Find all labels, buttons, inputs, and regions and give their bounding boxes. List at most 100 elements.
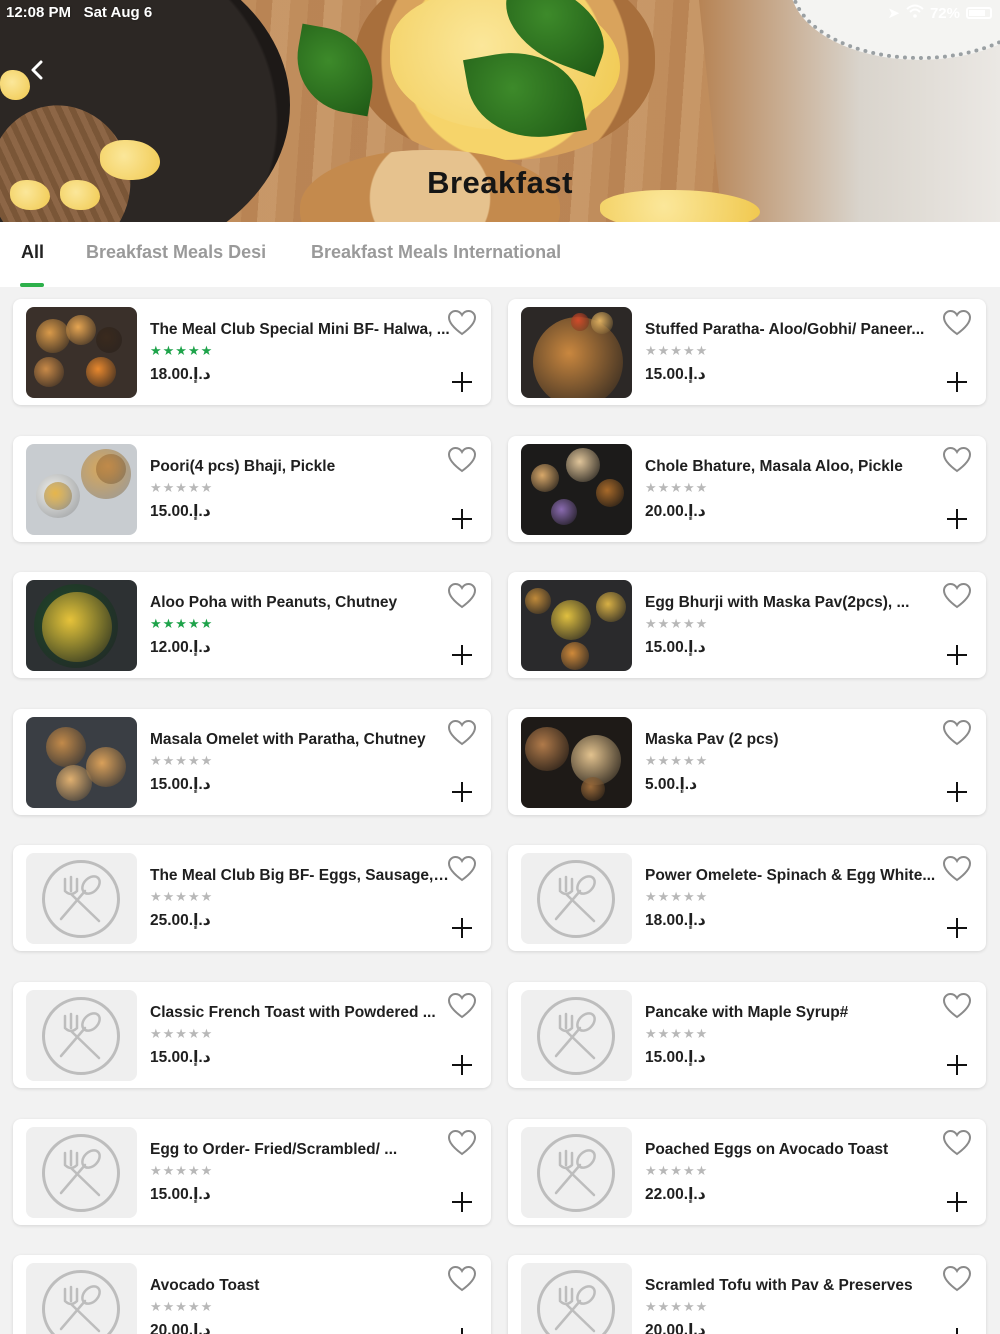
- fork-spoon-icon: [537, 997, 615, 1075]
- item-title: Maska Pav (2 pcs): [645, 730, 779, 748]
- favorite-heart-icon[interactable]: [942, 855, 972, 883]
- favorite-heart-icon[interactable]: [447, 309, 477, 337]
- battery-icon: [966, 7, 992, 19]
- add-to-cart-button[interactable]: [946, 1327, 968, 1334]
- favorite-heart-icon[interactable]: [447, 446, 477, 474]
- menu-item-card[interactable]: Egg Bhurji with Maska Pav(2pcs), ... ★★★★…: [508, 572, 986, 679]
- item-price: 15.00.د.إ: [645, 1049, 706, 1066]
- add-to-cart-button[interactable]: [946, 917, 968, 939]
- item-title: Aloo Poha with Peanuts, Chutney: [150, 594, 398, 612]
- rating-stars: ★★★★★: [645, 1162, 709, 1178]
- food-photo: [521, 716, 632, 808]
- item-price: 18.00.د.إ: [150, 366, 211, 383]
- rating-stars: ★★★★★: [645, 479, 709, 495]
- add-to-cart-button[interactable]: [451, 508, 473, 530]
- menu-item-card[interactable]: Power Omelete- Spinach & Egg White... ★★★…: [508, 845, 986, 952]
- add-to-cart-button[interactable]: [451, 781, 473, 803]
- favorite-heart-icon[interactable]: [447, 719, 477, 747]
- location-icon: ➤: [887, 5, 900, 22]
- favorite-heart-icon[interactable]: [942, 582, 972, 610]
- menu-item-card[interactable]: Masala Omelet with Paratha, Chutney ★★★★★…: [13, 708, 491, 815]
- status-bar: 12:08 PM Sat Aug 6 ➤ 72%: [0, 0, 1000, 28]
- item-price: 20.00.د.إ: [150, 1322, 211, 1334]
- page-title: Breakfast: [427, 165, 573, 200]
- add-to-cart-button[interactable]: [451, 917, 473, 939]
- menu-item-card[interactable]: Egg to Order- Fried/Scrambled/ ... ★★★★★ 1…: [13, 1118, 491, 1225]
- item-price: 20.00.د.إ: [645, 1322, 706, 1334]
- add-to-cart-button[interactable]: [451, 1327, 473, 1334]
- tab-all[interactable]: All: [21, 242, 44, 263]
- fork-spoon-icon: [537, 1270, 615, 1334]
- fork-spoon-icon: [42, 1270, 120, 1334]
- menu-item-card[interactable]: Pancake with Maple Syrup# ★★★★★ 15.00.د.إ: [508, 982, 986, 1088]
- favorite-heart-icon[interactable]: [942, 719, 972, 747]
- menu-item-card[interactable]: Avocado Toast ★★★★★ 20.00.د.إ: [13, 1255, 491, 1334]
- rating-stars: ★★★★★: [645, 616, 709, 632]
- menu-item-card[interactable]: Classic French Toast with Powdered ... ★★…: [13, 982, 491, 1088]
- item-title: Scramled Tofu with Pav & Preserves: [645, 1277, 913, 1295]
- fork-spoon-icon: [537, 860, 615, 938]
- back-button[interactable]: [22, 56, 52, 86]
- rating-stars: ★★★★★: [645, 889, 709, 905]
- add-to-cart-button[interactable]: [946, 1054, 968, 1076]
- favorite-heart-icon[interactable]: [447, 992, 477, 1020]
- add-to-cart-button[interactable]: [946, 371, 968, 393]
- item-title: Egg to Order- Fried/Scrambled/ ...: [150, 1140, 398, 1158]
- favorite-heart-icon[interactable]: [942, 1129, 972, 1157]
- tab-breakfast-meals-international[interactable]: Breakfast Meals International: [311, 242, 561, 263]
- rating-stars: ★★★★★: [150, 752, 214, 768]
- add-to-cart-button[interactable]: [946, 644, 968, 666]
- food-photo: [26, 443, 137, 535]
- add-to-cart-button[interactable]: [946, 508, 968, 530]
- rating-stars: ★★★★★: [150, 1026, 214, 1041]
- favorite-heart-icon[interactable]: [447, 582, 477, 610]
- item-title: The Meal Club Big BF- Eggs, Sausage, ...: [150, 867, 450, 885]
- add-to-cart-button[interactable]: [451, 1054, 473, 1076]
- menu-item-card[interactable]: Poori(4 pcs) Bhaji, Pickle ★★★★★ 15.00.د.إ: [13, 435, 491, 542]
- menu-item-card[interactable]: The Meal Club Big BF- Eggs, Sausage, ...…: [13, 845, 491, 952]
- rating-stars: ★★★★★: [150, 343, 214, 358]
- food-photo: [521, 307, 632, 398]
- item-price: 12.00.د.إ: [150, 639, 211, 657]
- food-photo: [26, 580, 137, 672]
- item-price: 18.00.د.إ: [645, 912, 706, 930]
- fork-spoon-icon: [537, 1134, 615, 1212]
- add-to-cart-button[interactable]: [451, 1191, 473, 1213]
- favorite-heart-icon[interactable]: [447, 1265, 477, 1293]
- add-to-cart-button[interactable]: [451, 371, 473, 393]
- menu-item-card[interactable]: Stuffed Paratha- Aloo/Gobhi/ Paneer... ★★…: [508, 299, 986, 405]
- food-photo: [26, 716, 137, 808]
- status-indicators: ➤ 72%: [887, 4, 992, 22]
- item-title: Poached Eggs on Avocado Toast: [645, 1140, 889, 1158]
- menu-item-card[interactable]: Chole Bhature, Masala Aloo, Pickle ★★★★★ 2…: [508, 435, 986, 542]
- food-photo: [521, 443, 632, 535]
- rating-stars: ★★★★★: [150, 1299, 214, 1315]
- menu-item-card[interactable]: The Meal Club Special Mini BF- Halwa, ..…: [13, 299, 491, 405]
- item-price: 15.00.د.إ: [645, 366, 706, 383]
- rating-stars: ★★★★★: [645, 343, 709, 358]
- favorite-heart-icon[interactable]: [447, 1129, 477, 1157]
- placeholder-image: [521, 1126, 632, 1218]
- favorite-heart-icon[interactable]: [942, 309, 972, 337]
- menu-item-card[interactable]: Maska Pav (2 pcs) ★★★★★ 5.00.د.إ: [508, 708, 986, 815]
- rating-stars: ★★★★★: [150, 889, 214, 905]
- menu-item-card[interactable]: Poached Eggs on Avocado Toast ★★★★★ 22.00.…: [508, 1118, 986, 1225]
- chevron-left-icon: [31, 60, 43, 80]
- placeholder-image: [521, 853, 632, 945]
- item-title: The Meal Club Special Mini BF- Halwa, ..…: [150, 321, 450, 338]
- add-to-cart-button[interactable]: [946, 1191, 968, 1213]
- tab-breakfast-meals-desi[interactable]: Breakfast Meals Desi: [86, 242, 266, 263]
- favorite-heart-icon[interactable]: [447, 855, 477, 883]
- favorite-heart-icon[interactable]: [942, 992, 972, 1020]
- menu-item-card[interactable]: Scramled Tofu with Pav & Preserves ★★★★★ 2…: [508, 1255, 986, 1334]
- add-to-cart-button[interactable]: [451, 644, 473, 666]
- add-to-cart-button[interactable]: [946, 781, 968, 803]
- rating-stars: ★★★★★: [150, 616, 214, 632]
- item-price: 15.00.د.إ: [150, 1049, 211, 1066]
- item-price: 15.00.د.إ: [150, 502, 211, 520]
- menu-item-card[interactable]: Aloo Poha with Peanuts, Chutney ★★★★★ 12.0…: [13, 572, 491, 679]
- favorite-heart-icon[interactable]: [942, 1265, 972, 1293]
- placeholder-image: [521, 1263, 632, 1334]
- favorite-heart-icon[interactable]: [942, 446, 972, 474]
- battery-percent: 72%: [929, 4, 960, 22]
